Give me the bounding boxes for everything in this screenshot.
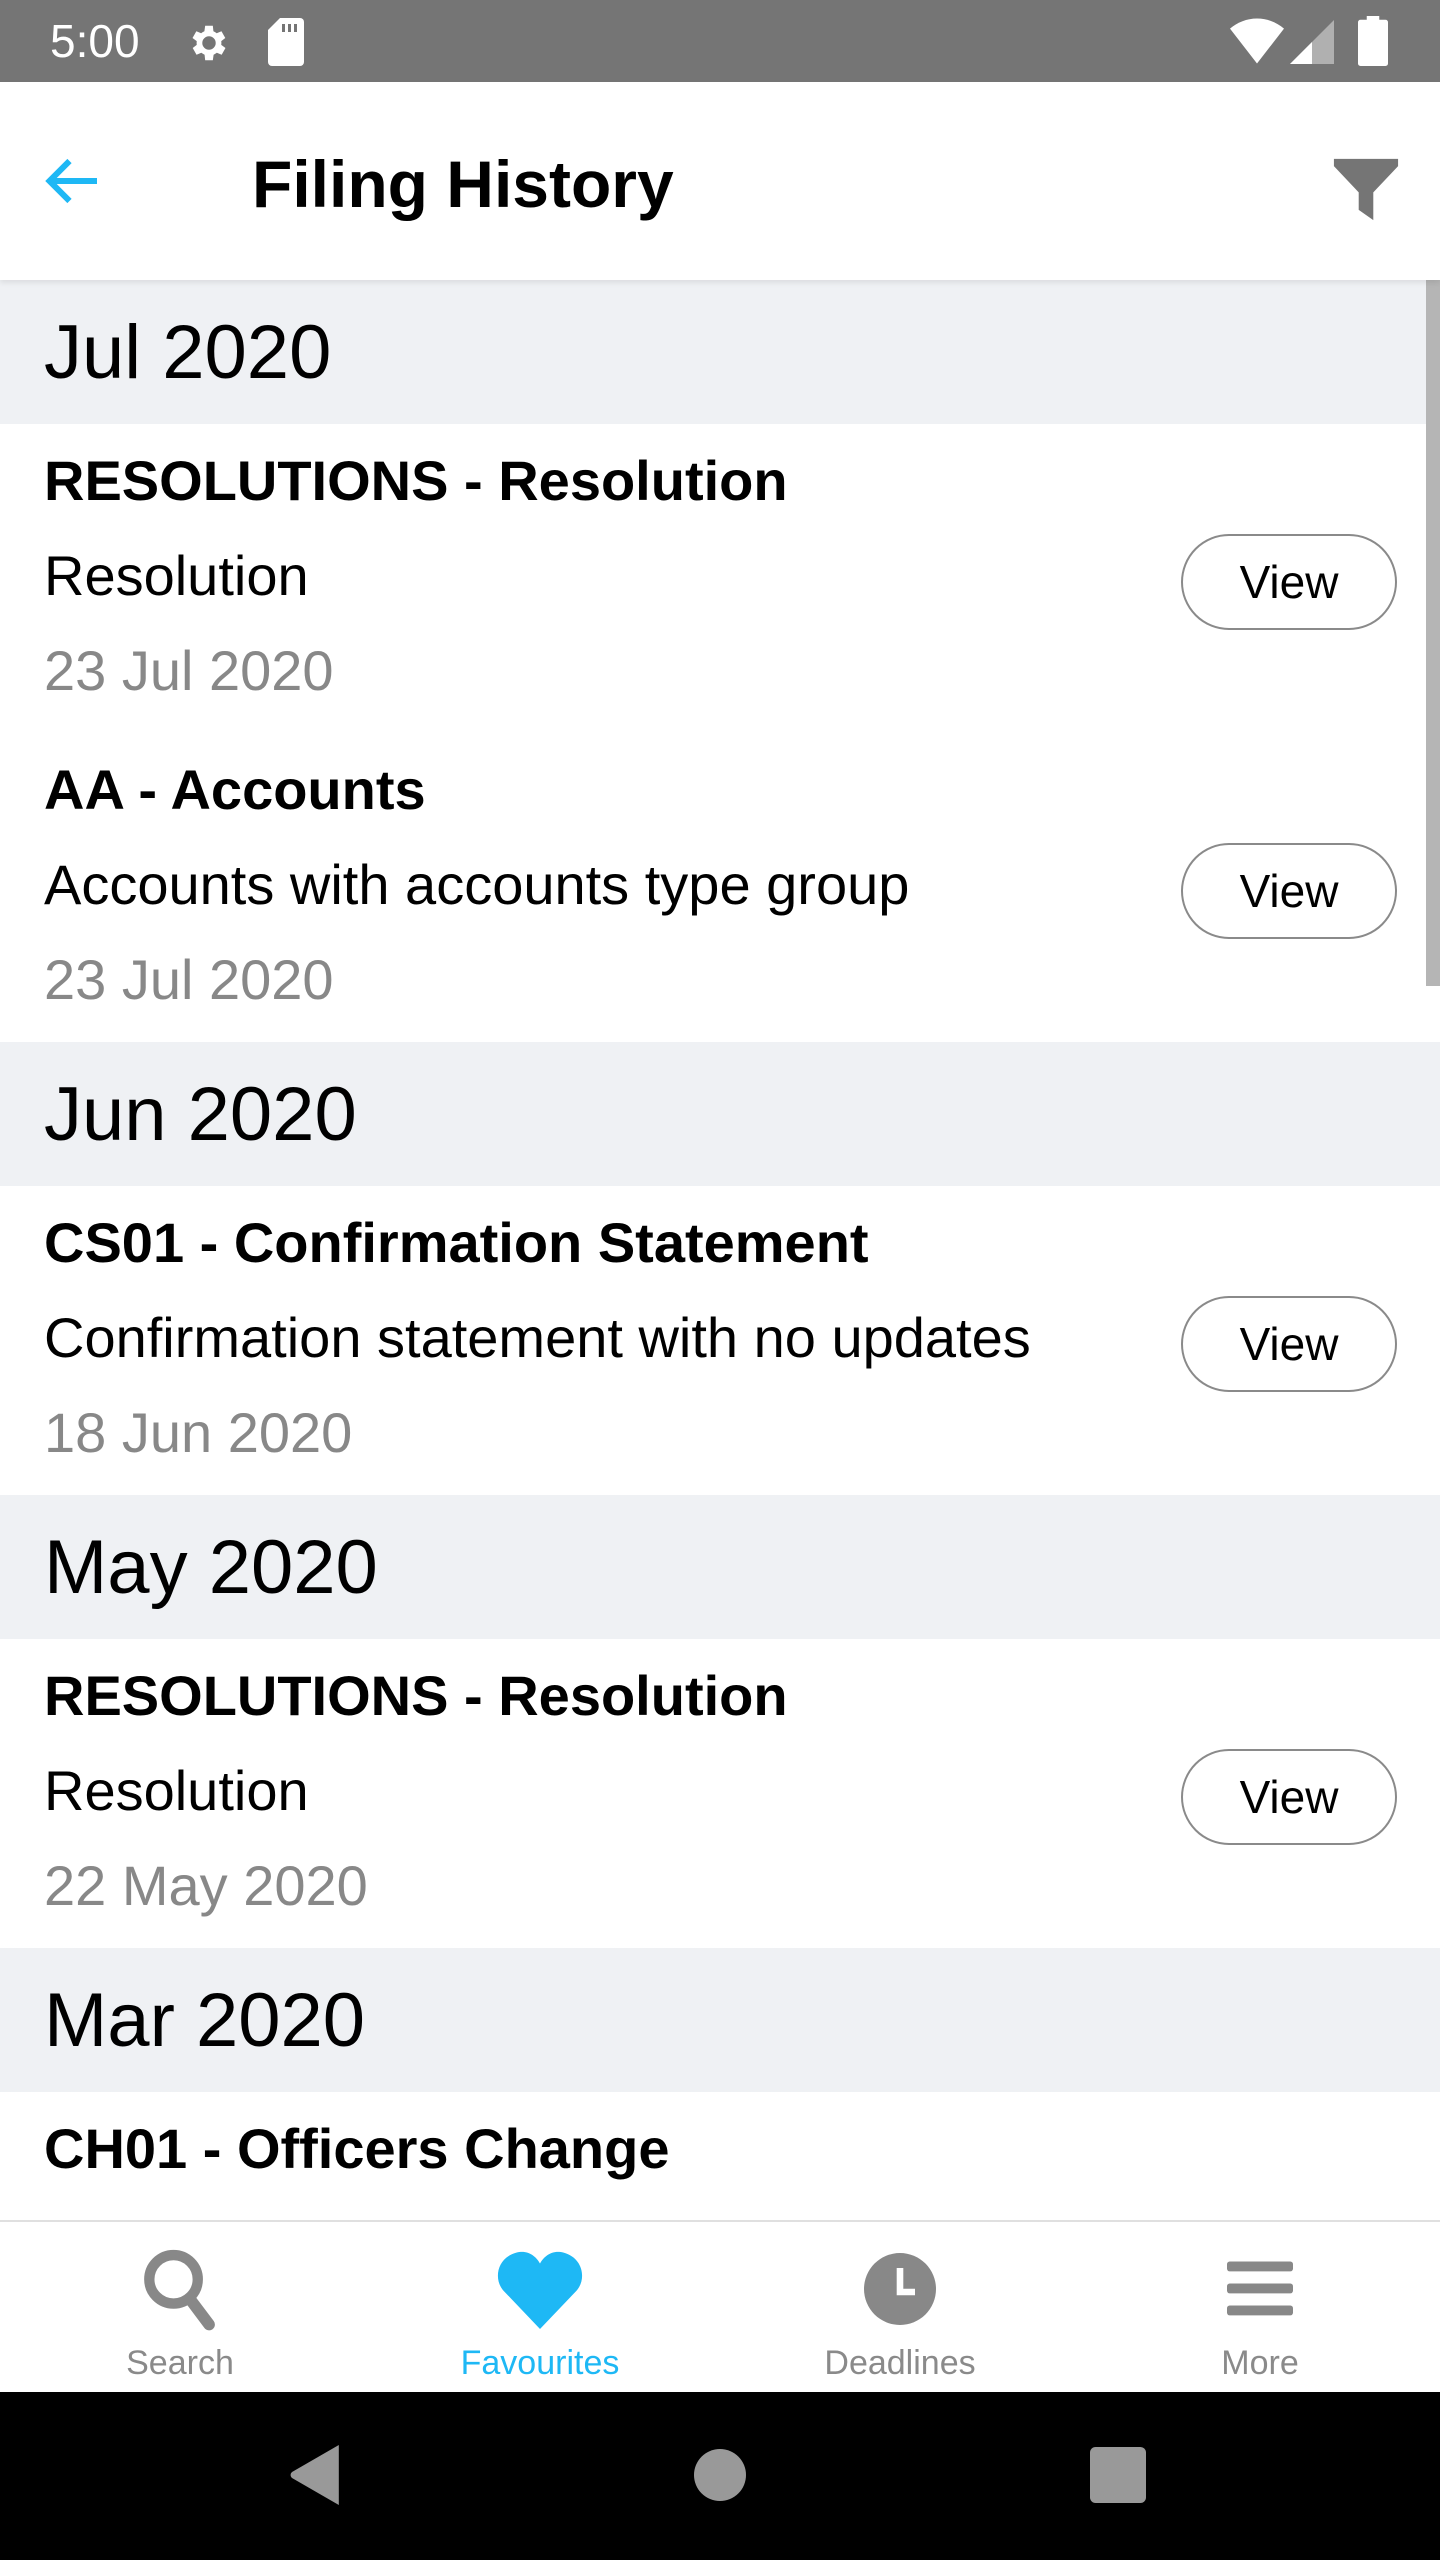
section-header-mar-2020: Mar 2020 xyxy=(0,1948,1440,2092)
back-button[interactable] xyxy=(40,140,140,226)
filing-item: RESOLUTIONS - Resolution Resolution 23 J… xyxy=(0,424,1440,733)
wifi-icon xyxy=(1230,18,1284,69)
section-header-jul-2020: Jul 2020 xyxy=(0,280,1440,424)
section-header-jun-2020: Jun 2020 xyxy=(0,1042,1440,1186)
page-title: Filing History xyxy=(252,147,674,221)
view-button[interactable]: View xyxy=(1181,843,1397,939)
nav-item-deadlines[interactable]: Deadlines xyxy=(720,2222,1080,2392)
nav-item-search[interactable]: Search xyxy=(0,2222,360,2392)
filing-date: 22 May 2020 xyxy=(44,1854,368,1917)
filter-button[interactable] xyxy=(1318,142,1414,238)
system-home-button[interactable] xyxy=(675,2432,765,2522)
nav-item-more[interactable]: More xyxy=(1080,2222,1440,2392)
search-icon xyxy=(140,2244,220,2334)
scrollbar[interactable] xyxy=(1426,280,1440,986)
nav-label: Search xyxy=(126,2344,234,2382)
section-header-may-2020: May 2020 xyxy=(0,1495,1440,1639)
system-recents-button[interactable] xyxy=(1073,2432,1163,2522)
view-button[interactable]: View xyxy=(1181,534,1397,630)
view-button[interactable]: View xyxy=(1181,1296,1397,1392)
filing-date: 23 Jul 2020 xyxy=(44,948,334,1011)
filing-description: Resolution xyxy=(44,1759,309,1822)
clock-icon xyxy=(864,2244,936,2334)
filing-title: CH01 - Officers Change xyxy=(44,2117,670,2180)
nav-item-favourites[interactable]: Favourites xyxy=(360,2222,720,2392)
view-button[interactable]: View xyxy=(1181,1749,1397,1845)
filing-item: AA - Accounts Accounts with accounts typ… xyxy=(0,733,1440,1042)
settings-icon xyxy=(186,20,232,71)
battery-icon xyxy=(1358,16,1388,71)
system-back-button[interactable] xyxy=(272,2432,362,2522)
square-recents-icon xyxy=(1090,2446,1146,2508)
circle-home-icon xyxy=(694,2448,746,2506)
filing-description: Confirmation statement with no updates xyxy=(44,1306,1031,1369)
menu-icon xyxy=(1227,2244,1293,2334)
cell-signal-icon xyxy=(1290,20,1334,69)
nav-label: More xyxy=(1221,2344,1299,2382)
filing-title: RESOLUTIONS - Resolution xyxy=(44,1664,788,1727)
triangle-back-icon xyxy=(289,2444,345,2510)
filing-title: AA - Accounts xyxy=(44,758,426,821)
filing-title: CS01 - Confirmation Statement xyxy=(44,1211,869,1274)
nav-label: Deadlines xyxy=(824,2344,976,2382)
filing-history-list[interactable]: Jul 2020 RESOLUTIONS - Resolution Resolu… xyxy=(0,280,1440,2220)
sd-card-icon xyxy=(268,18,304,71)
bottom-nav: Search Favourites Deadlines More xyxy=(0,2220,1440,2392)
filter-icon xyxy=(1331,152,1401,229)
filing-item: RESOLUTIONS - Resolution Resolution 22 M… xyxy=(0,1639,1440,1948)
filing-date: 23 Jul 2020 xyxy=(44,639,334,702)
filing-date: 18 Jun 2020 xyxy=(44,1401,353,1464)
filing-description: Accounts with accounts type group xyxy=(44,853,910,916)
system-nav-bar xyxy=(0,2392,1440,2560)
filing-description: Resolution xyxy=(44,544,309,607)
arrow-left-icon xyxy=(40,151,104,216)
filing-item: CS01 - Confirmation Statement Confirmati… xyxy=(0,1186,1440,1495)
filing-item: CH01 - Officers Change xyxy=(0,2092,1440,2220)
status-time: 5:00 xyxy=(50,15,140,67)
heart-icon xyxy=(495,2244,585,2334)
status-bar: 5:00 xyxy=(0,0,1440,82)
app-bar: Filing History xyxy=(0,82,1440,280)
nav-label: Favourites xyxy=(460,2344,620,2382)
filing-title: RESOLUTIONS - Resolution xyxy=(44,449,788,512)
